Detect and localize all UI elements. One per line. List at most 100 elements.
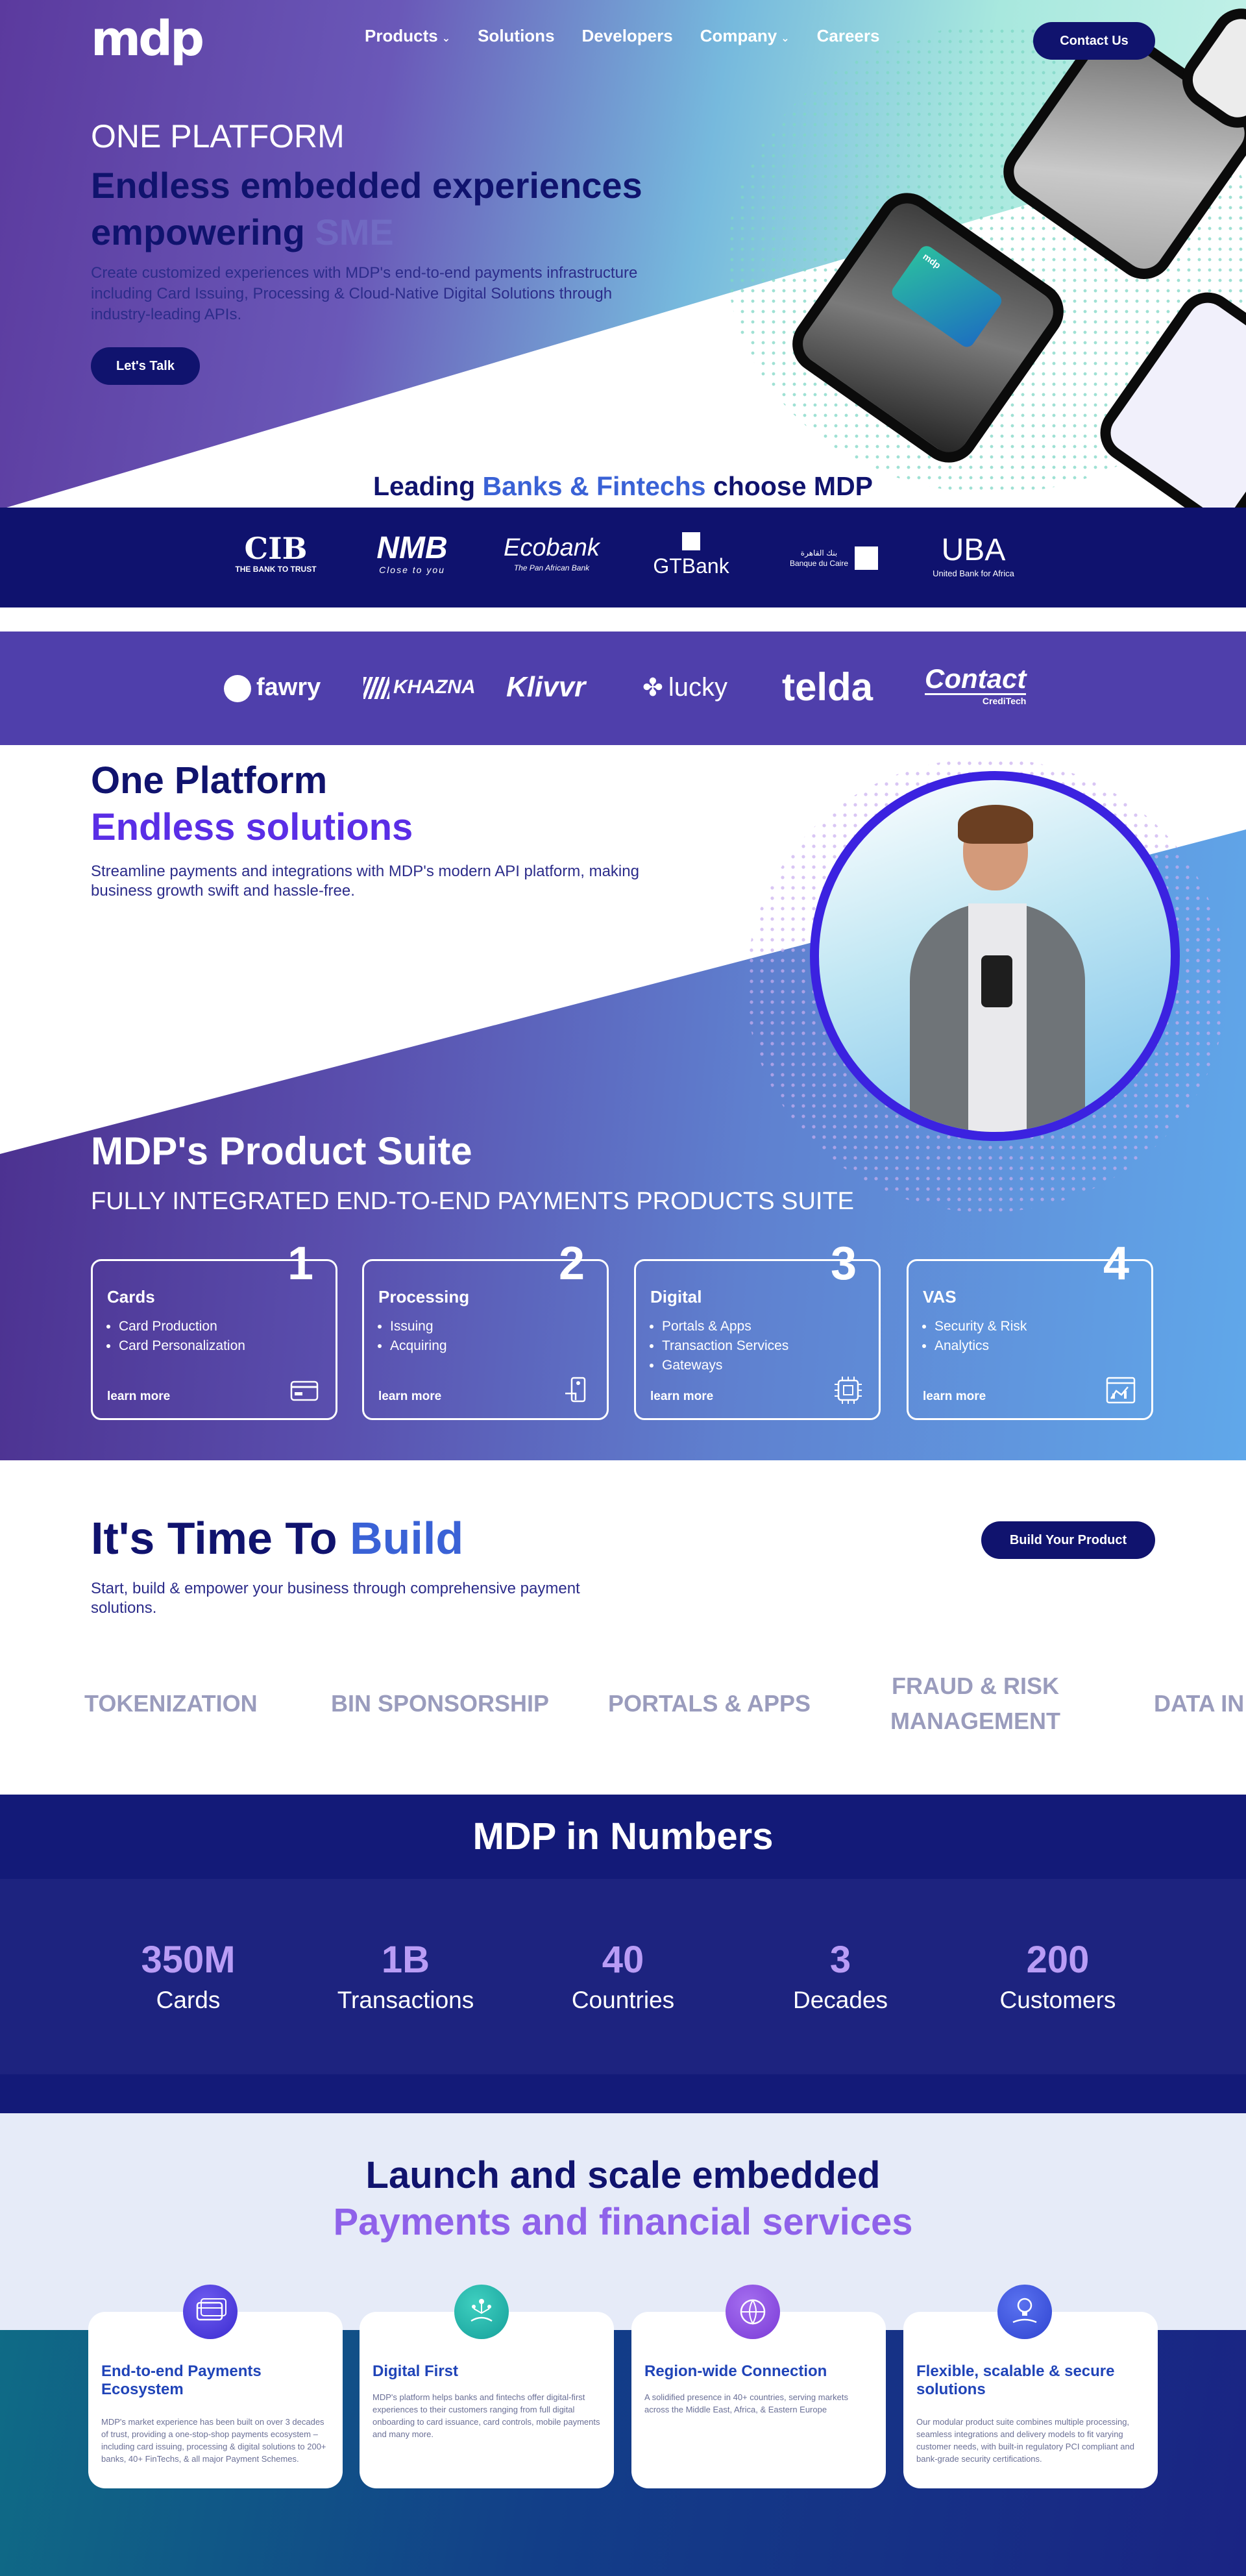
- product-card-title: VAS: [923, 1287, 957, 1306]
- fintech-logo-strip: [0, 632, 1246, 745]
- nav-solutions[interactable]: Solutions: [478, 26, 554, 46]
- chevron-down-icon: ⌄: [781, 33, 790, 44]
- learn-more-link[interactable]: learn more: [650, 1390, 713, 1404]
- hero-kicker: ONE PLATFORM: [91, 118, 345, 154]
- launch-card-text: MDP's market experience has been built o…: [101, 2417, 326, 2464]
- product-card-processing[interactable]: 2 Processing Issuing Acquiring learn mor…: [362, 1240, 609, 1420]
- product-card-number: 2: [558, 1238, 585, 1290]
- nav-products[interactable]: Products ⌄: [365, 26, 450, 46]
- product-card-number: 4: [1103, 1238, 1129, 1290]
- product-card-title: Cards: [107, 1287, 155, 1306]
- product-card-title: Processing: [378, 1287, 470, 1306]
- person-phone: [981, 955, 1012, 1007]
- hero-headline-line-2: empowering SME: [91, 209, 642, 256]
- bank-bdc-arabic: بنك القاهرة: [800, 548, 838, 558]
- product-card-list: Portals & Apps Transaction Services Gate…: [662, 1317, 788, 1375]
- build-chip-fraud-line-1: FRAUD & RISK: [891, 1673, 1059, 1699]
- nav-careers[interactable]: Careers: [817, 26, 880, 46]
- nav-links: Products ⌄ Solutions Developers Company ⌄ …: [365, 26, 879, 46]
- platform-portrait-ring: [810, 771, 1180, 1141]
- bdc-square-icon: [855, 546, 879, 570]
- fintech-logo-klivvr: Klivvr: [506, 671, 586, 703]
- product-suite-title: MDP's Product Suite: [91, 1129, 472, 1173]
- learn-more-link[interactable]: learn more: [107, 1390, 170, 1404]
- stat-decades: 3 Decades: [743, 1937, 938, 2014]
- nav-company[interactable]: Company ⌄: [700, 26, 790, 46]
- platform-description: Streamline payments and integrations wit…: [91, 863, 639, 900]
- bank-uba-name: UBA: [941, 533, 1006, 567]
- product-card-list: Issuing Acquiring: [390, 1317, 447, 1356]
- fintech-khazna-name: KHAZNA: [393, 676, 476, 698]
- bank-logo-ecobank: Ecobank The Pan African Bank: [500, 532, 604, 572]
- build-your-product-button[interactable]: Build Your Product: [981, 1521, 1155, 1559]
- list-item: Transaction Services: [662, 1336, 788, 1356]
- hero-headline-word: empowering: [91, 212, 305, 252]
- fintech-contact-name: Contact: [925, 663, 1027, 695]
- card-icon: [290, 1380, 319, 1401]
- launch-card-title: Digital First: [373, 2362, 459, 2380]
- stat-label: Decades: [792, 1987, 888, 2013]
- build-chip-fraud-line-2: MANAGEMENT: [890, 1708, 1060, 1734]
- list-item: Acquiring: [390, 1336, 447, 1356]
- lets-talk-button[interactable]: Let's Talk: [91, 347, 200, 385]
- nav-developers[interactable]: Developers: [582, 26, 673, 46]
- product-card-number: 1: [287, 1238, 313, 1290]
- launch-title-line-2: Payments and financial services: [333, 2201, 913, 2243]
- fintech-fawry-name: fawry: [256, 674, 321, 701]
- bank-logo-uba: UBA United Bank for Africa: [918, 532, 1029, 578]
- banks-heading: Leading Banks & Fintechs choose MDP: [0, 471, 1246, 502]
- stat-countries: 40 Countries: [526, 1937, 720, 2014]
- contact-us-button[interactable]: Contact Us: [1033, 22, 1155, 60]
- product-card-list: Card Production Card Personalization: [119, 1317, 245, 1356]
- product-card-title: Digital: [650, 1287, 702, 1306]
- learn-more-link[interactable]: learn more: [923, 1390, 986, 1404]
- learn-more-link[interactable]: learn more: [378, 1390, 441, 1404]
- khazna-stripes-icon: [363, 677, 389, 700]
- person-shirt: [968, 903, 1027, 1132]
- fintech-logo-lucky: ✤ lucky: [642, 665, 727, 711]
- product-card-cards[interactable]: 1 Cards Card Production Card Personaliza…: [91, 1240, 337, 1420]
- launch-card-title: Flexible, scalable & secure solutions: [916, 2362, 1115, 2398]
- bank-uba-tagline: United Bank for Africa: [933, 569, 1014, 578]
- stat-label: Customers: [999, 1987, 1116, 2013]
- stat-value: 350M: [141, 1939, 236, 1981]
- bank-nmb-name: NMB: [376, 531, 448, 565]
- hero-description: Create customized experiences with MDP's…: [91, 264, 638, 323]
- card-brand-text: mdp: [921, 251, 943, 271]
- list-item: Card Production: [119, 1317, 245, 1336]
- stat-cards: 350M Cards: [91, 1937, 286, 2014]
- list-item: Security & Risk: [934, 1317, 1027, 1336]
- bank-nmb-tagline: Close to you: [379, 565, 445, 575]
- launch-card-text: MDP's platform helps banks and fintechs …: [373, 2392, 600, 2439]
- hero-payment-card: mdp: [888, 243, 1005, 350]
- processing-icon: [565, 1377, 586, 1403]
- launch-title: Launch and scale embedded Payments and f…: [0, 2152, 1246, 2246]
- launch-icon-digital: [454, 2285, 509, 2339]
- bank-gtbank-name: GTBank: [653, 554, 729, 578]
- fintech-logo-contact: Contact CrediTech: [925, 663, 1027, 707]
- stat-transactions: 1B Transactions: [308, 1937, 503, 2014]
- product-suite-subtitle: FULLY INTEGRATED END-TO-END PAYMENTS PRO…: [91, 1188, 855, 1215]
- banks-heading-accent: Banks & Fintechs: [482, 471, 706, 501]
- mdp-logo[interactable]: mdp: [91, 13, 204, 65]
- launch-title-line-1: Launch and scale embedded: [365, 2154, 881, 2196]
- bank-ecobank-name: Ecobank: [504, 534, 600, 561]
- build-chip-bin-sponsorship[interactable]: BIN SPONSORSHIP: [331, 1686, 549, 1721]
- build-chip-tokenization[interactable]: TOKENIZATION: [84, 1686, 258, 1721]
- launch-icon-ecosystem: [183, 2285, 238, 2339]
- product-card-digital[interactable]: 3 Digital Portals & Apps Transaction Ser…: [634, 1240, 881, 1420]
- build-chip-fraud-risk[interactable]: FRAUD & RISK MANAGEMENT: [890, 1669, 1060, 1739]
- bank-logo-banque-du-caire: بنك القاهرة Banque du Caire: [779, 532, 889, 570]
- bank-cib-tagline: THE BANK TO TRUST: [235, 565, 317, 574]
- stat-label: Countries: [571, 1987, 675, 2013]
- build-chip-portals-apps[interactable]: PORTALS & APPS: [608, 1686, 811, 1721]
- chevron-down-icon: ⌄: [441, 33, 451, 44]
- platform-accent: Endless solutions: [91, 806, 413, 848]
- bank-logo-cib: CIB THE BANK TO TRUST: [224, 532, 328, 574]
- build-chip-data[interactable]: DATA IN: [1154, 1686, 1244, 1721]
- bdc-text: بنك القاهرة Banque du Caire: [790, 548, 848, 569]
- bank-ecobank-tagline: The Pan African Bank: [513, 563, 590, 572]
- build-title-main: It's Time To: [91, 1513, 350, 1564]
- list-item: Portals & Apps: [662, 1317, 788, 1336]
- product-card-vas[interactable]: 4 VAS Security & Risk Analytics learn mo…: [907, 1240, 1153, 1420]
